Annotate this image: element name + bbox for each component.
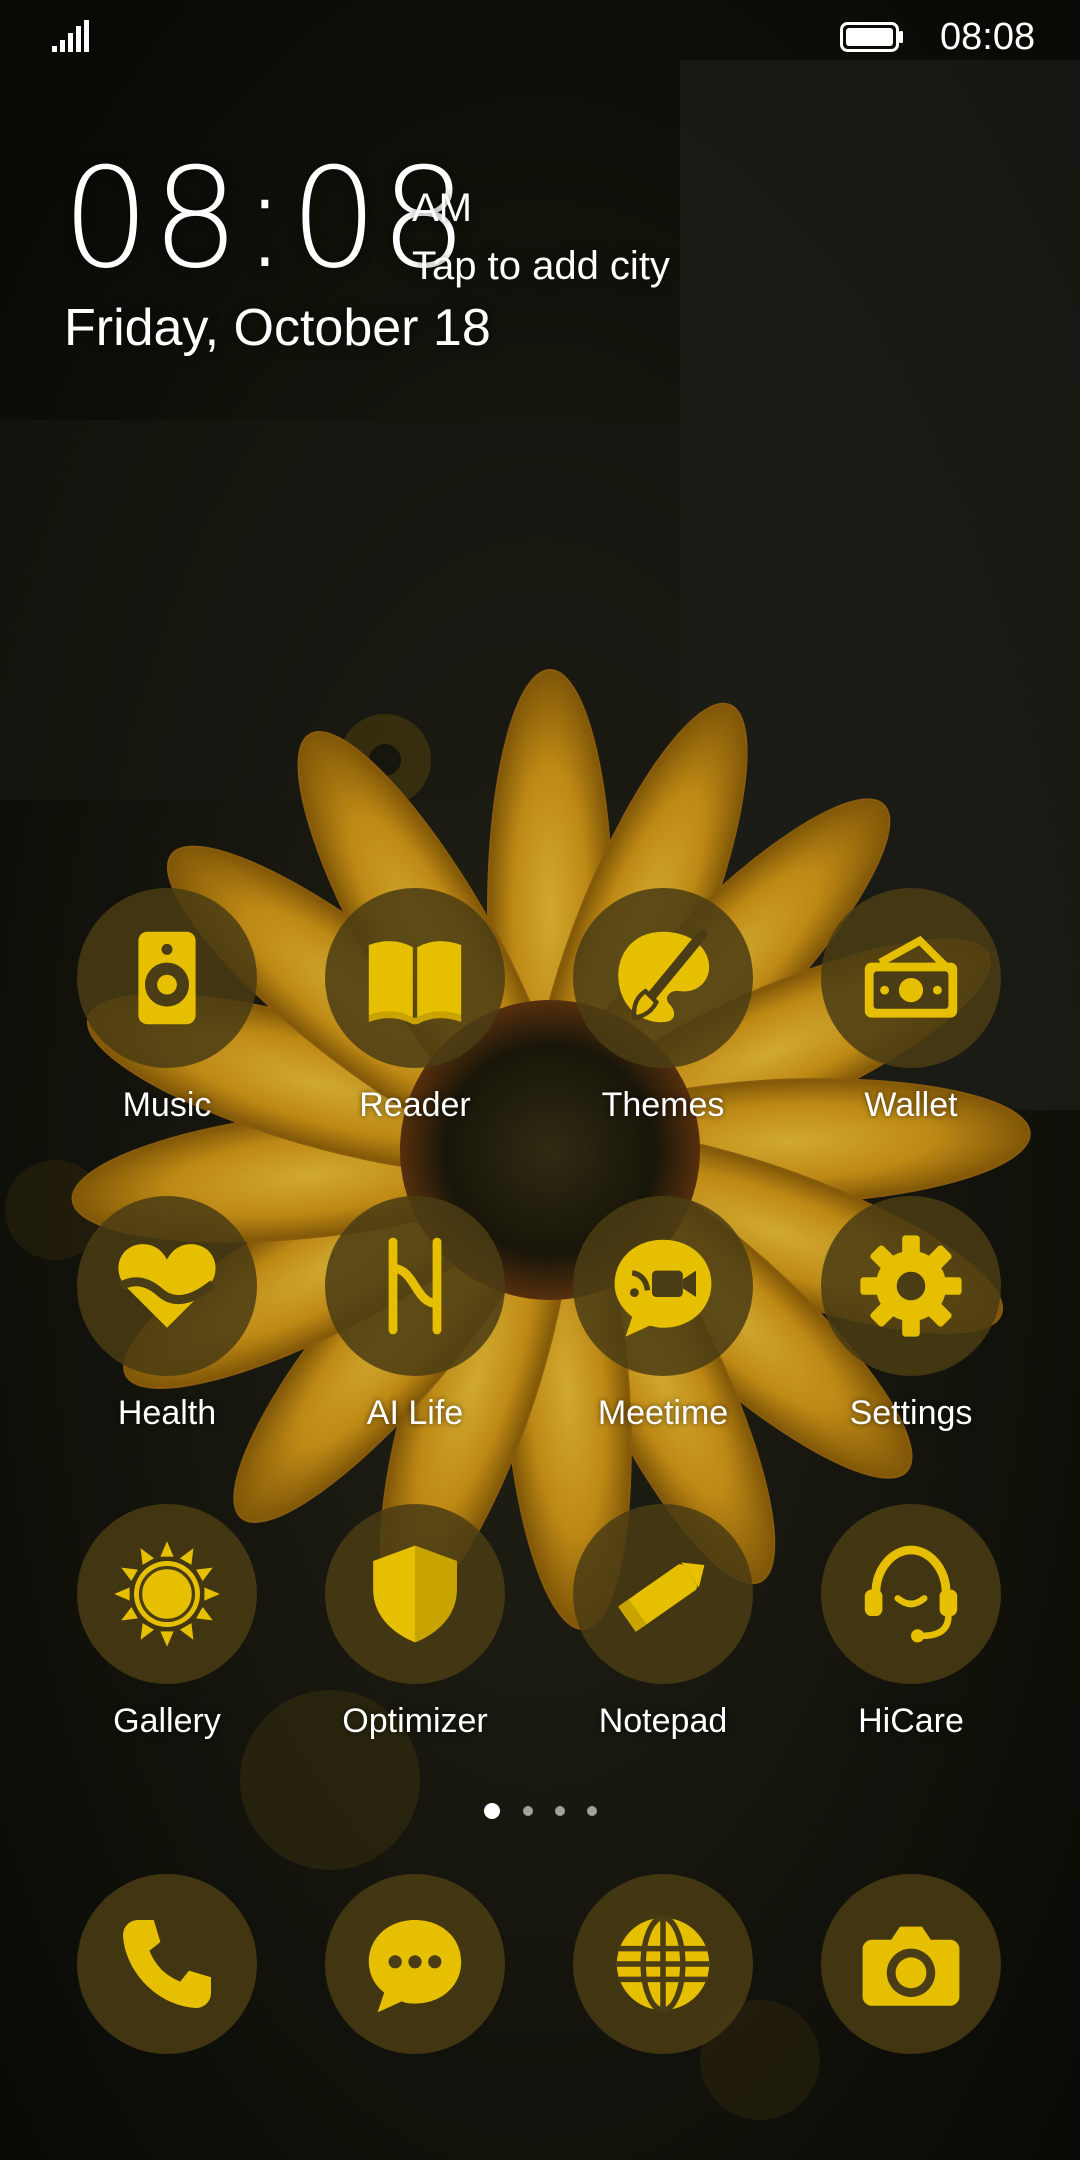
app-settings[interactable]: Settings <box>787 1196 1035 1496</box>
page-dot[interactable] <box>587 1806 597 1816</box>
signal-icon <box>52 20 89 52</box>
ai-life-icon <box>325 1196 505 1376</box>
page-dot[interactable] <box>555 1806 565 1816</box>
app-label: Notepad <box>598 1702 728 1740</box>
wallet-icon <box>821 888 1001 1068</box>
add-city-link[interactable]: Tap to add city <box>412 244 670 289</box>
clock-ampm: AM <box>412 186 472 230</box>
sun-icon <box>77 1504 257 1684</box>
dock-camera[interactable] <box>821 1874 1001 2054</box>
app-gallery[interactable]: Gallery <box>43 1504 291 1804</box>
page-dot[interactable] <box>523 1806 533 1816</box>
app-hicare[interactable]: HiCare <box>787 1504 1035 1804</box>
page-dot-active[interactable] <box>484 1803 500 1819</box>
app-reader[interactable]: Reader <box>291 888 539 1188</box>
clock-date[interactable]: Friday, October 18 <box>64 298 491 358</box>
messages-icon <box>368 1920 462 2013</box>
app-label: HiCare <box>858 1702 964 1740</box>
status-bar: 08:08 <box>0 0 1080 76</box>
heart-icon <box>77 1196 257 1376</box>
app-themes[interactable]: Themes <box>539 888 787 1188</box>
app-label: Health <box>117 1394 217 1432</box>
app-optimizer[interactable]: Optimizer <box>291 1504 539 1804</box>
book-icon <box>325 888 505 1068</box>
camera-icon <box>862 1926 960 2006</box>
status-time: 08:08 <box>940 16 1036 58</box>
phone-icon <box>123 1920 211 2008</box>
clock-widget[interactable]: 08:08 AM Tap to add city Friday, October… <box>62 150 762 370</box>
app-label: Themes <box>601 1086 725 1124</box>
headset-icon <box>821 1504 1001 1684</box>
music-speaker-icon <box>77 888 257 1068</box>
dock-phone[interactable] <box>77 1874 257 2054</box>
app-label: Music <box>122 1086 212 1124</box>
app-notepad[interactable]: Notepad <box>539 1504 787 1804</box>
app-label: AI Life <box>366 1394 464 1432</box>
app-label: Wallet <box>864 1086 958 1124</box>
app-meetime[interactable]: Meetime <box>539 1196 787 1496</box>
video-chat-icon <box>573 1196 753 1376</box>
app-health[interactable]: Health <box>43 1196 291 1496</box>
app-music[interactable]: Music <box>43 888 291 1188</box>
app-wallet[interactable]: Wallet <box>787 888 1035 1188</box>
dock-browser[interactable] <box>573 1874 753 2054</box>
app-label: Meetime <box>597 1394 729 1432</box>
pencil-icon <box>573 1504 753 1684</box>
page-indicator[interactable] <box>480 1800 600 1824</box>
clock-time[interactable]: 08:08 <box>62 150 470 288</box>
app-label: Gallery <box>113 1702 221 1740</box>
paintbrush-icon <box>573 888 753 1068</box>
battery-icon <box>840 22 903 52</box>
app-ai-life[interactable]: AI Life <box>291 1196 539 1496</box>
shield-icon <box>325 1504 505 1684</box>
dock-messages[interactable] <box>325 1874 505 2054</box>
app-label: Reader <box>359 1086 471 1124</box>
browser-globe-icon <box>616 1915 710 2013</box>
gear-icon <box>821 1196 1001 1376</box>
app-label: Optimizer <box>342 1702 488 1740</box>
app-label: Settings <box>849 1394 973 1432</box>
